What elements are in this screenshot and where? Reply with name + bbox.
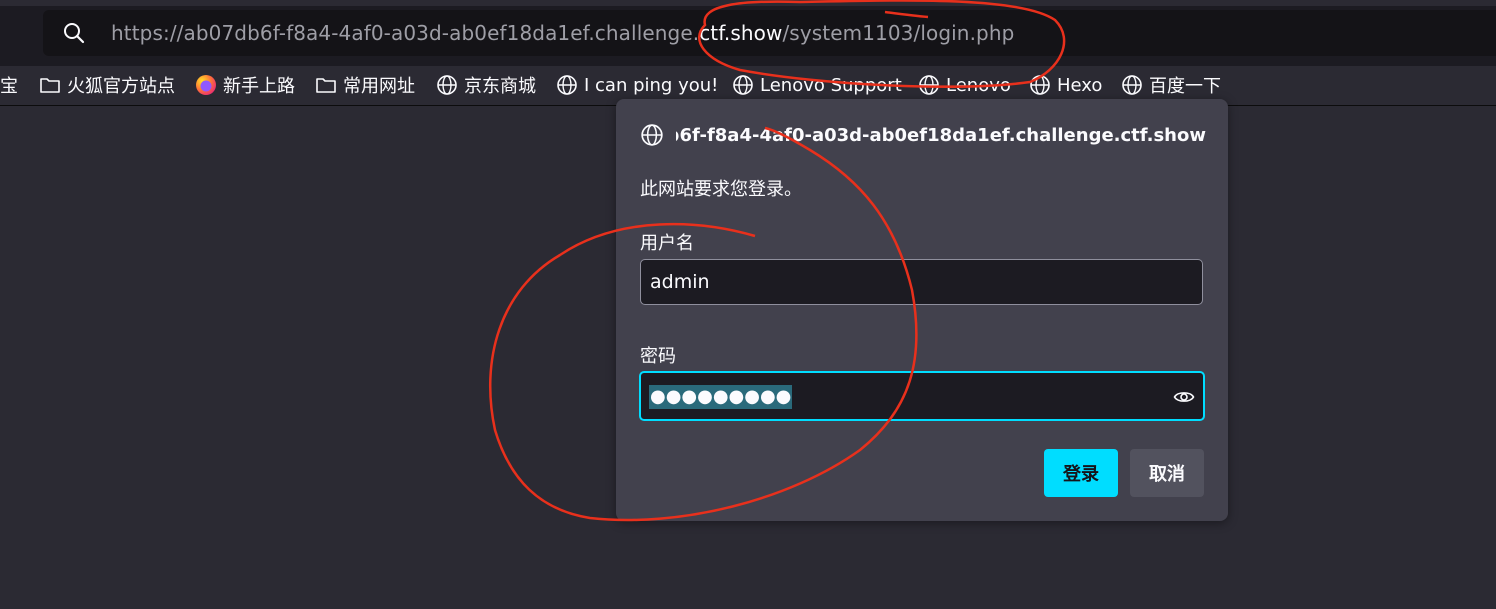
globe-icon [1030, 75, 1050, 95]
globe-icon [1122, 75, 1142, 95]
http-auth-dialog: ab07db6f-f8a4-4af0-a03d-ab0ef18da1ef.cha… [616, 99, 1228, 521]
bookmark-getting-started[interactable]: 新手上路 [195, 72, 295, 98]
bookmark-label: Lenovo [946, 74, 1011, 96]
bookmark-taobao[interactable]: 淘宝 [0, 72, 18, 98]
url-path: /system1103/login.php [782, 21, 1015, 45]
bookmark-label: 淘宝 [0, 76, 18, 97]
browser-window: https://ab07db6f-f8a4-4af0-a03d-ab0ef18d… [0, 0, 1496, 609]
bookmark-lenovo[interactable]: Lenovo [918, 72, 1011, 98]
tab-strip-edge [0, 0, 1496, 6]
folder-icon [40, 78, 60, 93]
password-value: ●●●●●●●●● [649, 385, 793, 409]
url-text[interactable]: https://ab07db6f-f8a4-4af0-a03d-ab0ef18d… [111, 21, 1014, 45]
globe-icon [919, 75, 939, 95]
search-icon [64, 23, 85, 44]
url-bar[interactable]: https://ab07db6f-f8a4-4af0-a03d-ab0ef18d… [43, 10, 1496, 56]
globe-icon [641, 124, 663, 146]
bookmark-jd[interactable]: 京东商城 [436, 72, 536, 98]
bookmark-baidu[interactable]: 百度一下 [1121, 72, 1221, 98]
bookmark-label: 常用网址 [343, 76, 415, 97]
bookmark-label: 百度一下 [1149, 76, 1221, 97]
cancel-button[interactable]: 取消 [1130, 449, 1204, 497]
globe-icon [437, 75, 457, 95]
bookmark-common-sites[interactable]: 常用网址 [315, 72, 415, 98]
globe-icon [557, 75, 577, 95]
login-button[interactable]: 登录 [1044, 449, 1118, 497]
url-host: ctf.show [699, 21, 783, 45]
bookmark-i-can-ping-you[interactable]: I can ping you! [556, 72, 718, 98]
password-label: 密码 [640, 346, 676, 367]
dialog-message: 此网站要求您登录。 [640, 179, 802, 200]
folder-icon [316, 78, 336, 93]
bookmark-label: 新手上路 [223, 76, 295, 97]
username-label: 用户名 [640, 233, 694, 254]
url-prefix: https://ab07db6f-f8a4-4af0-a03d-ab0ef18d… [111, 21, 700, 45]
firefox-icon [196, 75, 216, 95]
username-value: admin [650, 271, 710, 293]
username-field[interactable]: admin [640, 259, 1203, 305]
dialog-host: ab07db6f-f8a4-4af0-a03d-ab0ef18da1ef.cha… [640, 123, 1206, 147]
globe-icon [733, 75, 753, 95]
bookmark-label: 火狐官方站点 [67, 76, 175, 97]
password-field[interactable]: ●●●●●●●●● [639, 371, 1205, 421]
navigation-toolbar: https://ab07db6f-f8a4-4af0-a03d-ab0ef18d… [0, 0, 1496, 66]
bookmark-label: I can ping you! [584, 74, 719, 96]
bookmark-firefox-site[interactable]: 火狐官方站点 [39, 72, 175, 98]
bookmark-label: Lenovo Support [760, 74, 902, 96]
show-password-eye-icon[interactable] [1173, 386, 1195, 408]
bookmark-lenovo-support[interactable]: Lenovo Support [732, 72, 902, 98]
dialog-host-text: ab07db6f-f8a4-4af0-a03d-ab0ef18da1ef.cha… [676, 124, 1206, 146]
bookmark-label: Hexo [1057, 74, 1103, 96]
bookmark-label: 京东商城 [464, 76, 536, 97]
bookmark-hexo[interactable]: Hexo [1029, 72, 1102, 98]
